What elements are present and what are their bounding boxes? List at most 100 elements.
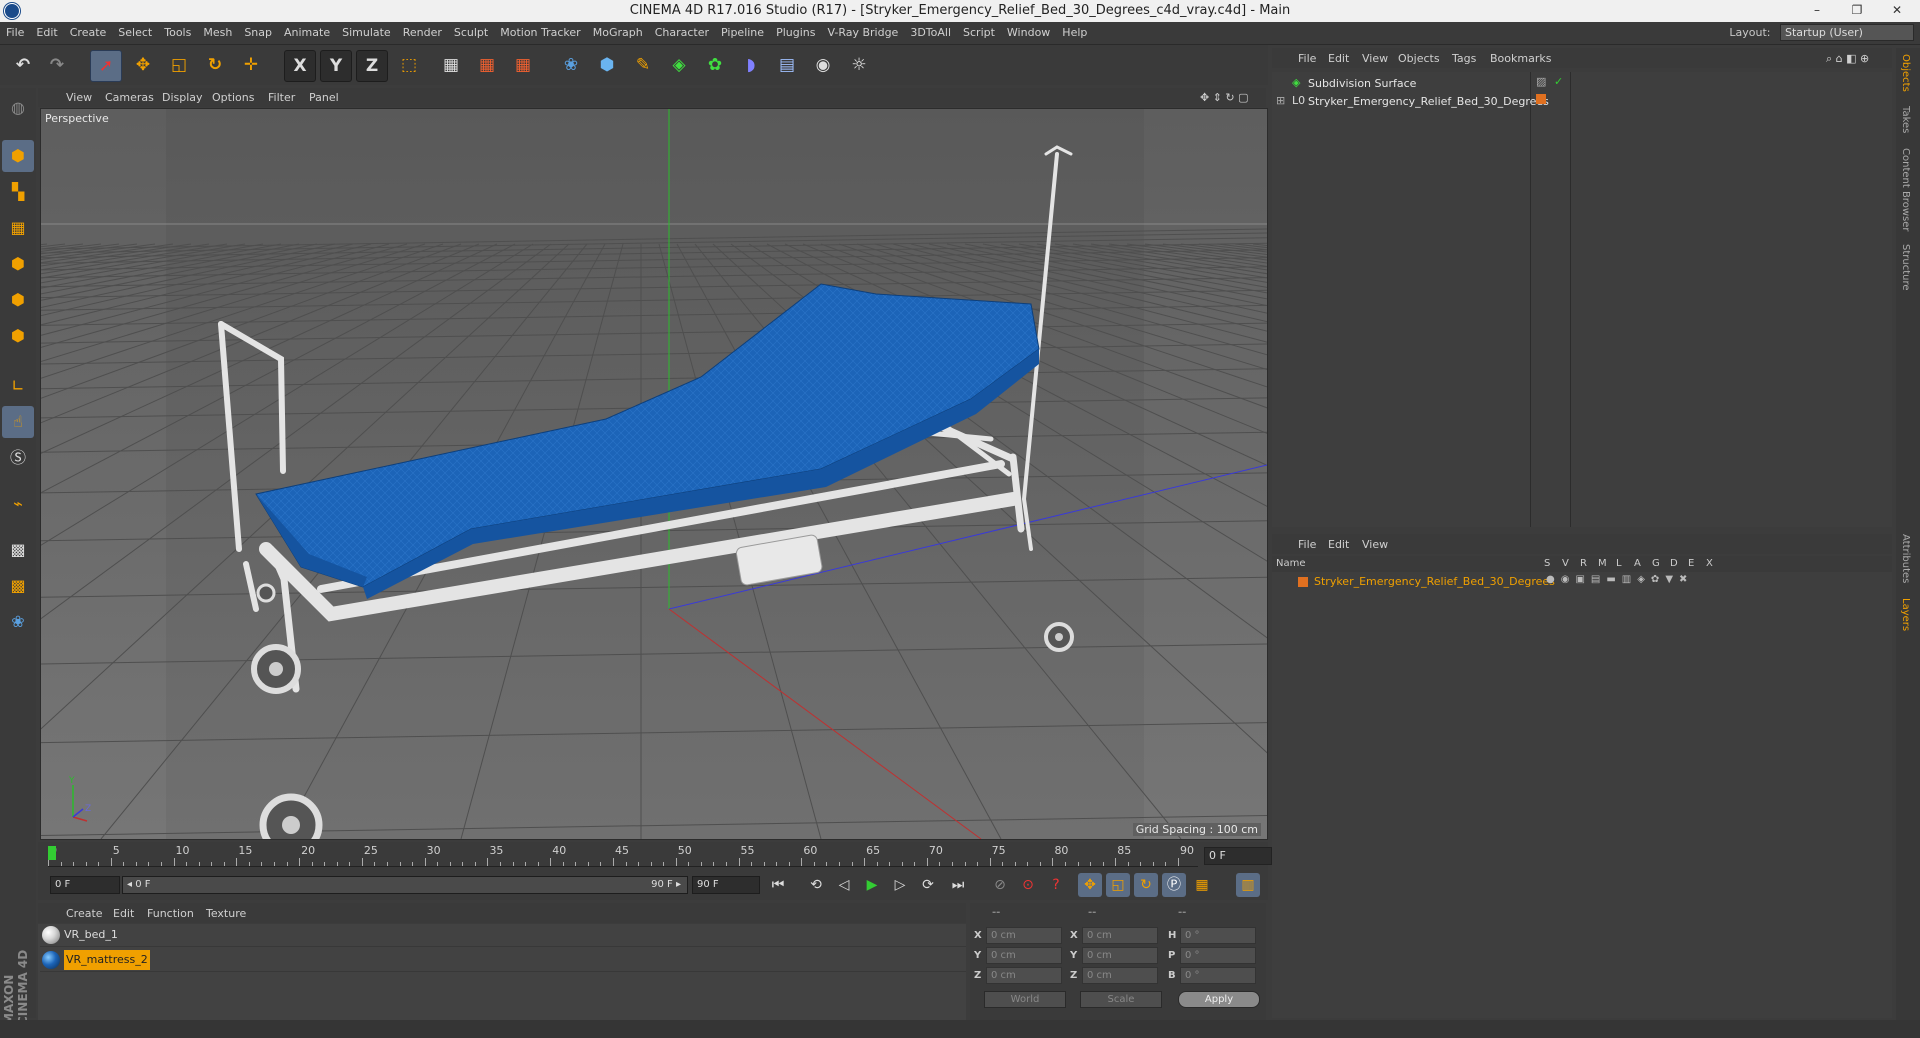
rotation-p-field[interactable]: 0 ° [1180,947,1256,964]
polygons-icon[interactable]: ⬢ [2,284,34,316]
tab-content-browser[interactable]: Content Browser [1900,148,1911,231]
object-menu-objects[interactable]: Objects [1398,52,1440,65]
minimize-button[interactable]: – [1802,0,1832,20]
redo-icon[interactable]: ↷ [42,50,72,80]
object-menu-bookmarks[interactable]: Bookmarks [1490,52,1551,65]
tab-attributes[interactable]: Attributes [1900,534,1911,583]
position-z-field[interactable]: 0 cm [986,967,1062,984]
layer-col-deformers[interactable]: D [1670,558,1678,569]
layer-col-animation[interactable]: A [1634,558,1641,569]
material-menu-texture[interactable]: Texture [206,907,246,920]
coordinate-system-dropdown[interactable]: World [984,991,1066,1008]
rotate-icon[interactable]: ↻ [200,50,230,80]
tab-takes[interactable]: Takes [1900,106,1911,133]
python-icon[interactable]: ❀ [2,606,34,638]
layer-menu-edit[interactable]: Edit [1328,538,1349,551]
close-button[interactable]: ✕ [1882,0,1912,20]
viewport-menu-options[interactable]: Options [212,91,254,104]
axis-icon[interactable]: ⬢ [2,320,34,352]
keyframe-selection-icon[interactable]: ? [1044,873,1068,897]
key-parameter-icon[interactable]: Ⓟ [1162,873,1186,897]
menu-3dtoall[interactable]: 3DToAll [904,22,957,44]
next-frame-icon[interactable]: ▷ [888,873,912,897]
x-axis-icon[interactable]: X [284,50,316,82]
layer-col-solo[interactable]: S [1544,558,1550,569]
menu-sculpt[interactable]: Sculpt [448,22,494,44]
rotation-b-field[interactable]: 0 ° [1180,967,1256,984]
object-menu-file[interactable]: File [1298,52,1316,65]
move-icon[interactable]: ✥ [128,50,158,80]
position-x-field[interactable]: 0 cm [986,927,1062,944]
coord-system-icon[interactable]: ⬚ [394,50,424,80]
viewport-menu-filter[interactable]: Filter [268,91,295,104]
current-frame-field[interactable]: 0 F [1204,847,1272,865]
key-position-icon[interactable]: ✥ [1078,873,1102,897]
object-menu-edit[interactable]: Edit [1328,52,1349,65]
object-row[interactable]: ⊞ L0 Stryker_Emergency_Relief_Bed_30_Deg… [1274,92,1884,110]
deformer-icon[interactable]: ◗ [736,50,766,80]
record-keys-icon[interactable]: ⊘ [988,873,1012,897]
playhead[interactable] [48,846,56,860]
viewport-menu-cameras[interactable]: Cameras [105,91,154,104]
viewport-nav-icons[interactable]: ✥ ⇕ ↻ ▢ [1200,91,1249,104]
snap-icon[interactable]: ⌁ [2,488,34,520]
apply-button[interactable]: Apply [1178,991,1260,1008]
menu-create[interactable]: Create [64,22,113,44]
layer-col-name[interactable]: Name [1276,558,1306,569]
menu-tools[interactable]: Tools [158,22,197,44]
size-x-field[interactable]: 0 cm [1082,927,1158,944]
layer-color-swatch[interactable] [1298,577,1308,587]
material-menu-function[interactable]: Function [147,907,194,920]
key-rotation-icon[interactable]: ↻ [1134,873,1158,897]
menu-window[interactable]: Window [1001,22,1056,44]
size-y-field[interactable]: 0 cm [1082,947,1158,964]
cloner-icon[interactable]: ✿ [700,50,730,80]
layer-menu-view[interactable]: View [1362,538,1388,551]
menu-edit[interactable]: Edit [30,22,63,44]
position-y-field[interactable]: 0 cm [986,947,1062,964]
start-frame-field[interactable]: 0 F [50,876,120,894]
autokey-icon[interactable]: ⊙ [1016,873,1040,897]
layer-row[interactable]: Stryker_Emergency_Relief_Bed_30_Degrees … [1274,574,1884,590]
object-row[interactable]: ◈ Subdivision Surface ▨ ✓ [1274,74,1884,92]
layer-col-generators[interactable]: G [1652,558,1660,569]
z-axis-icon[interactable]: Z [356,50,388,82]
menu-script[interactable]: Script [957,22,1001,44]
subdivision-icon[interactable]: ◈ [664,50,694,80]
key-pla-icon[interactable]: ▦ [1190,873,1214,897]
layer-col-view[interactable]: V [1562,558,1569,569]
layer-menu-file[interactable]: File [1298,538,1316,551]
render-view-icon[interactable]: ▦ [436,50,466,80]
floor-icon[interactable]: ▤ [772,50,802,80]
layer-tag-icon[interactable]: ▨ [1536,75,1546,88]
layout-dropdown[interactable]: Startup (User) [1780,24,1914,41]
rotation-h-field[interactable]: 0 ° [1180,927,1256,944]
menu-snap[interactable]: Snap [238,22,278,44]
y-axis-icon[interactable]: Y [320,50,352,82]
menu-vray-bridge[interactable]: V-Ray Bridge [821,22,904,44]
python-script-icon[interactable]: ▩ [2,570,34,602]
object-menu-view[interactable]: View [1362,52,1388,65]
workplane-icon[interactable]: ▚ [2,176,34,208]
lock-workplane-icon[interactable]: ▩ [2,534,34,566]
menu-character[interactable]: Character [649,22,715,44]
render-picture-queue-icon[interactable]: ▦ [472,50,502,80]
timeline[interactable]: 051015202530354045505560657075808590 0 F [38,842,1272,870]
menu-plugins[interactable]: Plugins [770,22,821,44]
menu-motion-tracker[interactable]: Motion Tracker [494,22,586,44]
python-icon[interactable]: ❀ [556,50,586,80]
scale-mode-dropdown[interactable]: Scale [1080,991,1162,1008]
next-key-icon[interactable]: ⟳ [916,873,940,897]
pen-icon[interactable]: ✎ [628,50,658,80]
layer-col-locked[interactable]: L [1616,558,1622,569]
light-icon[interactable]: ☼ [844,50,874,80]
scale-icon[interactable]: ◱ [164,50,194,80]
menu-mesh[interactable]: Mesh [197,22,238,44]
menu-mograph[interactable]: MoGraph [587,22,649,44]
play-icon[interactable]: ▶ [860,873,884,897]
menu-select[interactable]: Select [112,22,158,44]
end-frame-field[interactable]: 90 F [692,876,760,894]
viewport-menu-display[interactable]: Display [162,91,203,104]
viewport-menu-panel[interactable]: Panel [309,91,339,104]
frame-range-slider[interactable]: ◂ 0 F 90 F ▸ [122,876,688,894]
